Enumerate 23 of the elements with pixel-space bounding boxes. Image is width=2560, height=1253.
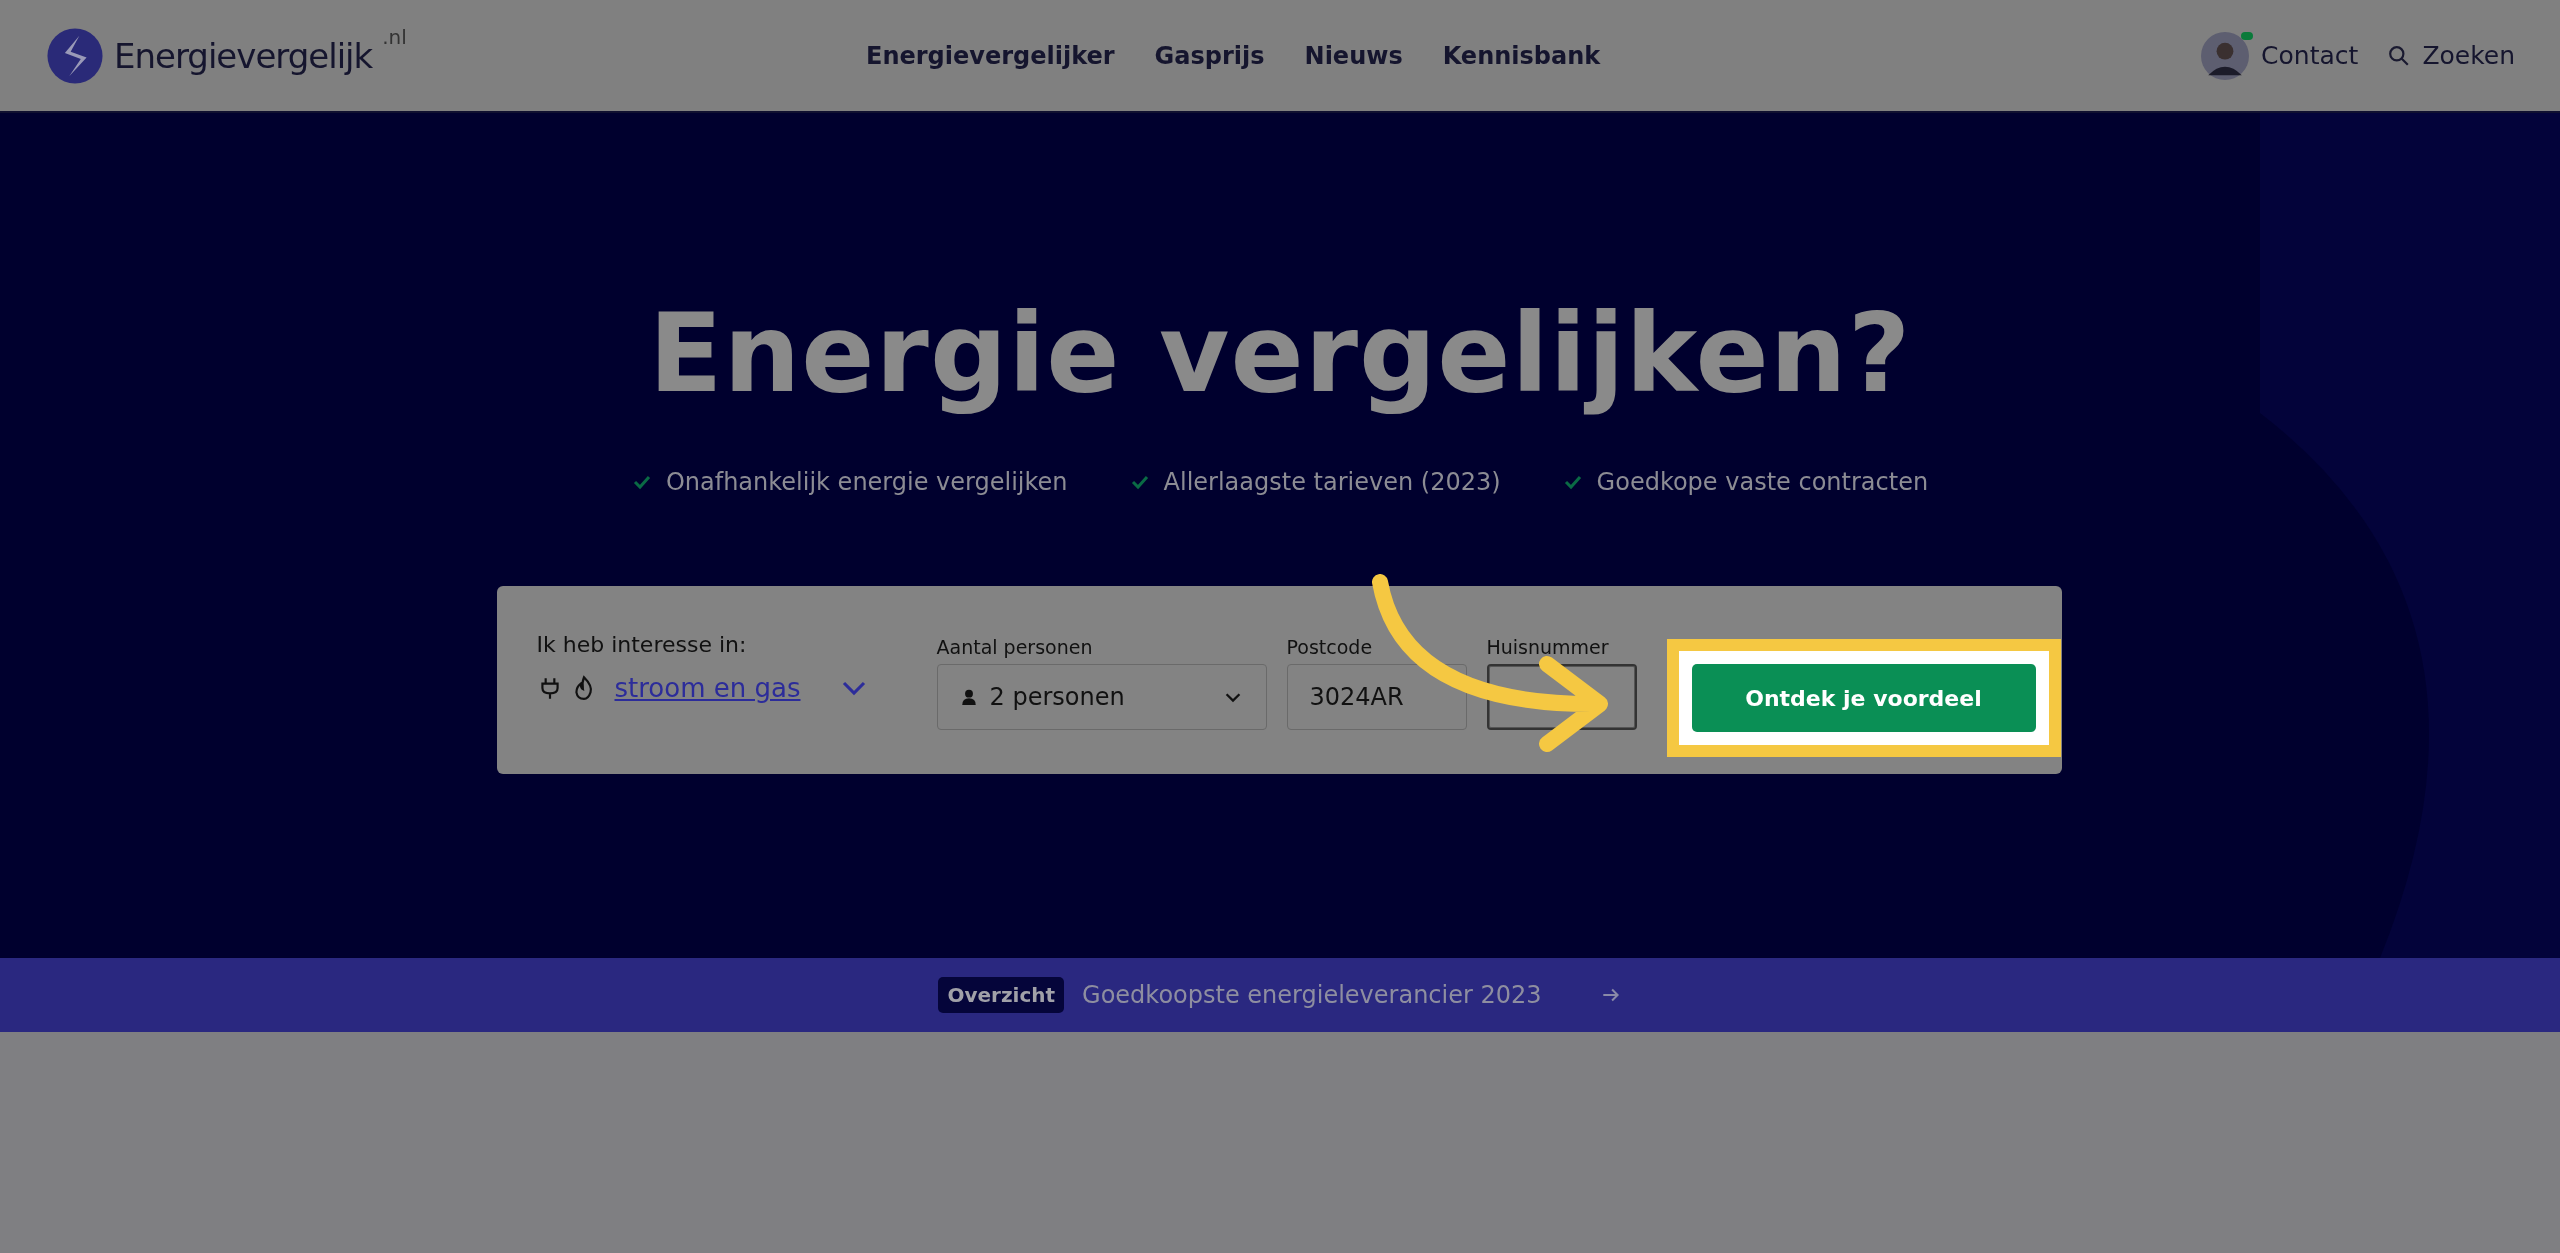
nav-link[interactable]: Kennisbank: [1442, 41, 1601, 70]
interest-link[interactable]: stroom en gas: [614, 673, 801, 703]
overview-badge: Overzicht: [938, 977, 1065, 1013]
usp-text: Goedkope vaste contracten: [1596, 468, 1929, 496]
usp-text: Onafhankelijk energie vergelijken: [665, 468, 1068, 496]
usp-text: Allerlaagste tarieven (2023): [1163, 468, 1501, 496]
contact-link[interactable]: Contact: [2201, 31, 2359, 80]
field-label: Ik heb interesse in:: [536, 632, 748, 657]
nav-link[interactable]: Nieuws: [1304, 41, 1403, 70]
banner-link[interactable]: Goedkoopste energieleverancier 2023: [1082, 981, 1542, 1009]
field-label: Huisnummer: [1486, 636, 1609, 658]
submit-button[interactable]: Ontdek je voordeel: [1691, 664, 2036, 732]
hero-title: Energie vergelijken?: [648, 291, 1912, 416]
input-field[interactable]: 3024AR: [1286, 664, 1467, 730]
person-icon: [959, 688, 978, 706]
search-link[interactable]: Zoeken: [2388, 41, 2515, 70]
field-label: Postcode: [1286, 636, 1373, 658]
nav-link[interactable]: Gasprijs: [1154, 41, 1265, 70]
field-label: Aantal personen: [936, 636, 1093, 658]
person-select[interactable]: 2 personen: [936, 664, 1267, 730]
nav-link[interactable]: Energievergelijker: [866, 41, 1115, 70]
search-icon: [2388, 44, 2411, 67]
site-logo[interactable]: Energievergelijk $^{.nl}$: [46, 26, 866, 85]
